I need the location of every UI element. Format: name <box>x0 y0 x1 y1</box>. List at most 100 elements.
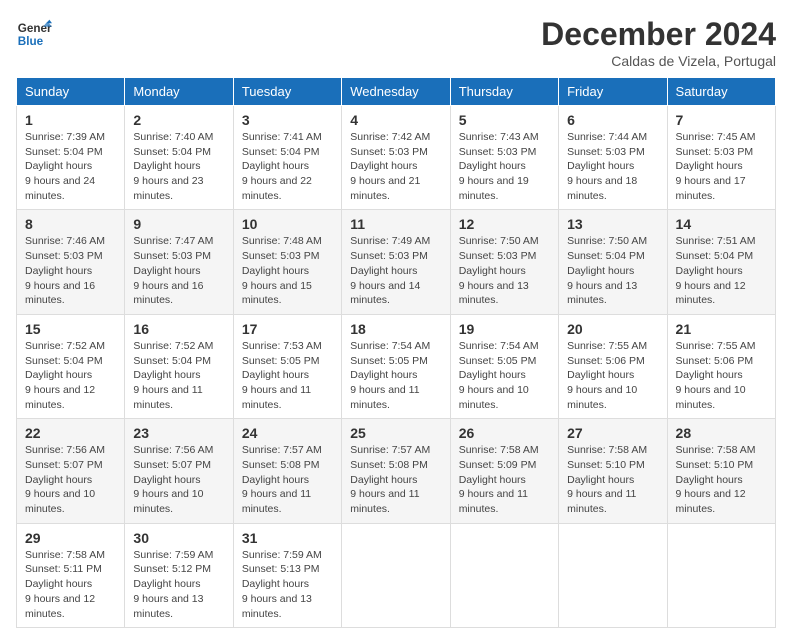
day-number: 8 <box>25 216 116 232</box>
location-subtitle: Caldas de Vizela, Portugal <box>541 53 776 69</box>
day-info: Sunrise: 7:48 AM Sunset: 5:03 PM Dayligh… <box>242 234 333 307</box>
day-info: Sunrise: 7:58 AM Sunset: 5:09 PM Dayligh… <box>459 443 550 516</box>
calendar-cell: 31 Sunrise: 7:59 AM Sunset: 5:13 PM Dayl… <box>233 523 341 627</box>
day-info: Sunrise: 7:59 AM Sunset: 5:12 PM Dayligh… <box>133 548 224 621</box>
calendar-week-row: 8 Sunrise: 7:46 AM Sunset: 5:03 PM Dayli… <box>17 210 776 314</box>
calendar-cell: 22 Sunrise: 7:56 AM Sunset: 5:07 PM Dayl… <box>17 419 125 523</box>
calendar-cell: 1 Sunrise: 7:39 AM Sunset: 5:04 PM Dayli… <box>17 106 125 210</box>
day-info: Sunrise: 7:57 AM Sunset: 5:08 PM Dayligh… <box>242 443 333 516</box>
calendar-cell: 27 Sunrise: 7:58 AM Sunset: 5:10 PM Dayl… <box>559 419 667 523</box>
calendar-cell: 15 Sunrise: 7:52 AM Sunset: 5:04 PM Dayl… <box>17 314 125 418</box>
day-info: Sunrise: 7:57 AM Sunset: 5:08 PM Dayligh… <box>350 443 441 516</box>
day-of-week-header: Monday <box>125 78 233 106</box>
calendar-cell: 2 Sunrise: 7:40 AM Sunset: 5:04 PM Dayli… <box>125 106 233 210</box>
calendar-week-row: 22 Sunrise: 7:56 AM Sunset: 5:07 PM Dayl… <box>17 419 776 523</box>
calendar-cell: 19 Sunrise: 7:54 AM Sunset: 5:05 PM Dayl… <box>450 314 558 418</box>
day-number: 17 <box>242 321 333 337</box>
calendar-table: SundayMondayTuesdayWednesdayThursdayFrid… <box>16 77 776 628</box>
day-number: 15 <box>25 321 116 337</box>
title-section: December 2024 Caldas de Vizela, Portugal <box>541 16 776 69</box>
day-info: Sunrise: 7:52 AM Sunset: 5:04 PM Dayligh… <box>25 339 116 412</box>
calendar-cell: 21 Sunrise: 7:55 AM Sunset: 5:06 PM Dayl… <box>667 314 775 418</box>
day-number: 6 <box>567 112 658 128</box>
day-info: Sunrise: 7:58 AM Sunset: 5:10 PM Dayligh… <box>567 443 658 516</box>
day-info: Sunrise: 7:42 AM Sunset: 5:03 PM Dayligh… <box>350 130 441 203</box>
day-number: 19 <box>459 321 550 337</box>
calendar-cell: 11 Sunrise: 7:49 AM Sunset: 5:03 PM Dayl… <box>342 210 450 314</box>
day-number: 3 <box>242 112 333 128</box>
day-of-week-header: Wednesday <box>342 78 450 106</box>
calendar-cell: 9 Sunrise: 7:47 AM Sunset: 5:03 PM Dayli… <box>125 210 233 314</box>
calendar-cell: 28 Sunrise: 7:58 AM Sunset: 5:10 PM Dayl… <box>667 419 775 523</box>
day-info: Sunrise: 7:49 AM Sunset: 5:03 PM Dayligh… <box>350 234 441 307</box>
calendar-cell: 17 Sunrise: 7:53 AM Sunset: 5:05 PM Dayl… <box>233 314 341 418</box>
day-number: 26 <box>459 425 550 441</box>
calendar-cell: 23 Sunrise: 7:56 AM Sunset: 5:07 PM Dayl… <box>125 419 233 523</box>
day-number: 27 <box>567 425 658 441</box>
day-number: 5 <box>459 112 550 128</box>
calendar-cell: 26 Sunrise: 7:58 AM Sunset: 5:09 PM Dayl… <box>450 419 558 523</box>
day-info: Sunrise: 7:58 AM Sunset: 5:11 PM Dayligh… <box>25 548 116 621</box>
calendar-cell: 3 Sunrise: 7:41 AM Sunset: 5:04 PM Dayli… <box>233 106 341 210</box>
logo-icon: General Blue <box>16 16 52 52</box>
calendar-week-row: 29 Sunrise: 7:58 AM Sunset: 5:11 PM Dayl… <box>17 523 776 627</box>
day-of-week-header: Friday <box>559 78 667 106</box>
day-number: 22 <box>25 425 116 441</box>
day-info: Sunrise: 7:53 AM Sunset: 5:05 PM Dayligh… <box>242 339 333 412</box>
calendar-cell: 18 Sunrise: 7:54 AM Sunset: 5:05 PM Dayl… <box>342 314 450 418</box>
day-of-week-header: Tuesday <box>233 78 341 106</box>
calendar-header-row: SundayMondayTuesdayWednesdayThursdayFrid… <box>17 78 776 106</box>
day-number: 23 <box>133 425 224 441</box>
day-info: Sunrise: 7:50 AM Sunset: 5:04 PM Dayligh… <box>567 234 658 307</box>
calendar-cell <box>342 523 450 627</box>
day-number: 1 <box>25 112 116 128</box>
logo: General Blue <box>16 16 52 52</box>
day-of-week-header: Thursday <box>450 78 558 106</box>
day-info: Sunrise: 7:40 AM Sunset: 5:04 PM Dayligh… <box>133 130 224 203</box>
day-info: Sunrise: 7:47 AM Sunset: 5:03 PM Dayligh… <box>133 234 224 307</box>
day-number: 12 <box>459 216 550 232</box>
calendar-cell: 25 Sunrise: 7:57 AM Sunset: 5:08 PM Dayl… <box>342 419 450 523</box>
day-info: Sunrise: 7:39 AM Sunset: 5:04 PM Dayligh… <box>25 130 116 203</box>
calendar-cell: 13 Sunrise: 7:50 AM Sunset: 5:04 PM Dayl… <box>559 210 667 314</box>
day-number: 2 <box>133 112 224 128</box>
calendar-week-row: 1 Sunrise: 7:39 AM Sunset: 5:04 PM Dayli… <box>17 106 776 210</box>
day-info: Sunrise: 7:43 AM Sunset: 5:03 PM Dayligh… <box>459 130 550 203</box>
calendar-cell: 29 Sunrise: 7:58 AM Sunset: 5:11 PM Dayl… <box>17 523 125 627</box>
calendar-cell: 7 Sunrise: 7:45 AM Sunset: 5:03 PM Dayli… <box>667 106 775 210</box>
day-number: 7 <box>676 112 767 128</box>
calendar-cell: 5 Sunrise: 7:43 AM Sunset: 5:03 PM Dayli… <box>450 106 558 210</box>
day-number: 10 <box>242 216 333 232</box>
calendar-cell: 6 Sunrise: 7:44 AM Sunset: 5:03 PM Dayli… <box>559 106 667 210</box>
day-info: Sunrise: 7:44 AM Sunset: 5:03 PM Dayligh… <box>567 130 658 203</box>
day-number: 20 <box>567 321 658 337</box>
calendar-cell <box>559 523 667 627</box>
svg-text:Blue: Blue <box>18 35 44 48</box>
day-info: Sunrise: 7:55 AM Sunset: 5:06 PM Dayligh… <box>567 339 658 412</box>
day-info: Sunrise: 7:56 AM Sunset: 5:07 PM Dayligh… <box>25 443 116 516</box>
calendar-cell: 12 Sunrise: 7:50 AM Sunset: 5:03 PM Dayl… <box>450 210 558 314</box>
calendar-cell: 16 Sunrise: 7:52 AM Sunset: 5:04 PM Dayl… <box>125 314 233 418</box>
day-number: 9 <box>133 216 224 232</box>
day-info: Sunrise: 7:54 AM Sunset: 5:05 PM Dayligh… <box>350 339 441 412</box>
calendar-cell: 8 Sunrise: 7:46 AM Sunset: 5:03 PM Dayli… <box>17 210 125 314</box>
day-number: 13 <box>567 216 658 232</box>
calendar-cell: 4 Sunrise: 7:42 AM Sunset: 5:03 PM Dayli… <box>342 106 450 210</box>
day-number: 25 <box>350 425 441 441</box>
day-info: Sunrise: 7:41 AM Sunset: 5:04 PM Dayligh… <box>242 130 333 203</box>
calendar-cell <box>450 523 558 627</box>
day-info: Sunrise: 7:55 AM Sunset: 5:06 PM Dayligh… <box>676 339 767 412</box>
calendar-cell: 10 Sunrise: 7:48 AM Sunset: 5:03 PM Dayl… <box>233 210 341 314</box>
calendar-week-row: 15 Sunrise: 7:52 AM Sunset: 5:04 PM Dayl… <box>17 314 776 418</box>
day-number: 28 <box>676 425 767 441</box>
day-number: 21 <box>676 321 767 337</box>
calendar-cell: 20 Sunrise: 7:55 AM Sunset: 5:06 PM Dayl… <box>559 314 667 418</box>
day-info: Sunrise: 7:52 AM Sunset: 5:04 PM Dayligh… <box>133 339 224 412</box>
day-number: 11 <box>350 216 441 232</box>
day-info: Sunrise: 7:59 AM Sunset: 5:13 PM Dayligh… <box>242 548 333 621</box>
calendar-cell: 24 Sunrise: 7:57 AM Sunset: 5:08 PM Dayl… <box>233 419 341 523</box>
day-number: 29 <box>25 530 116 546</box>
day-info: Sunrise: 7:56 AM Sunset: 5:07 PM Dayligh… <box>133 443 224 516</box>
day-info: Sunrise: 7:58 AM Sunset: 5:10 PM Dayligh… <box>676 443 767 516</box>
day-of-week-header: Saturday <box>667 78 775 106</box>
